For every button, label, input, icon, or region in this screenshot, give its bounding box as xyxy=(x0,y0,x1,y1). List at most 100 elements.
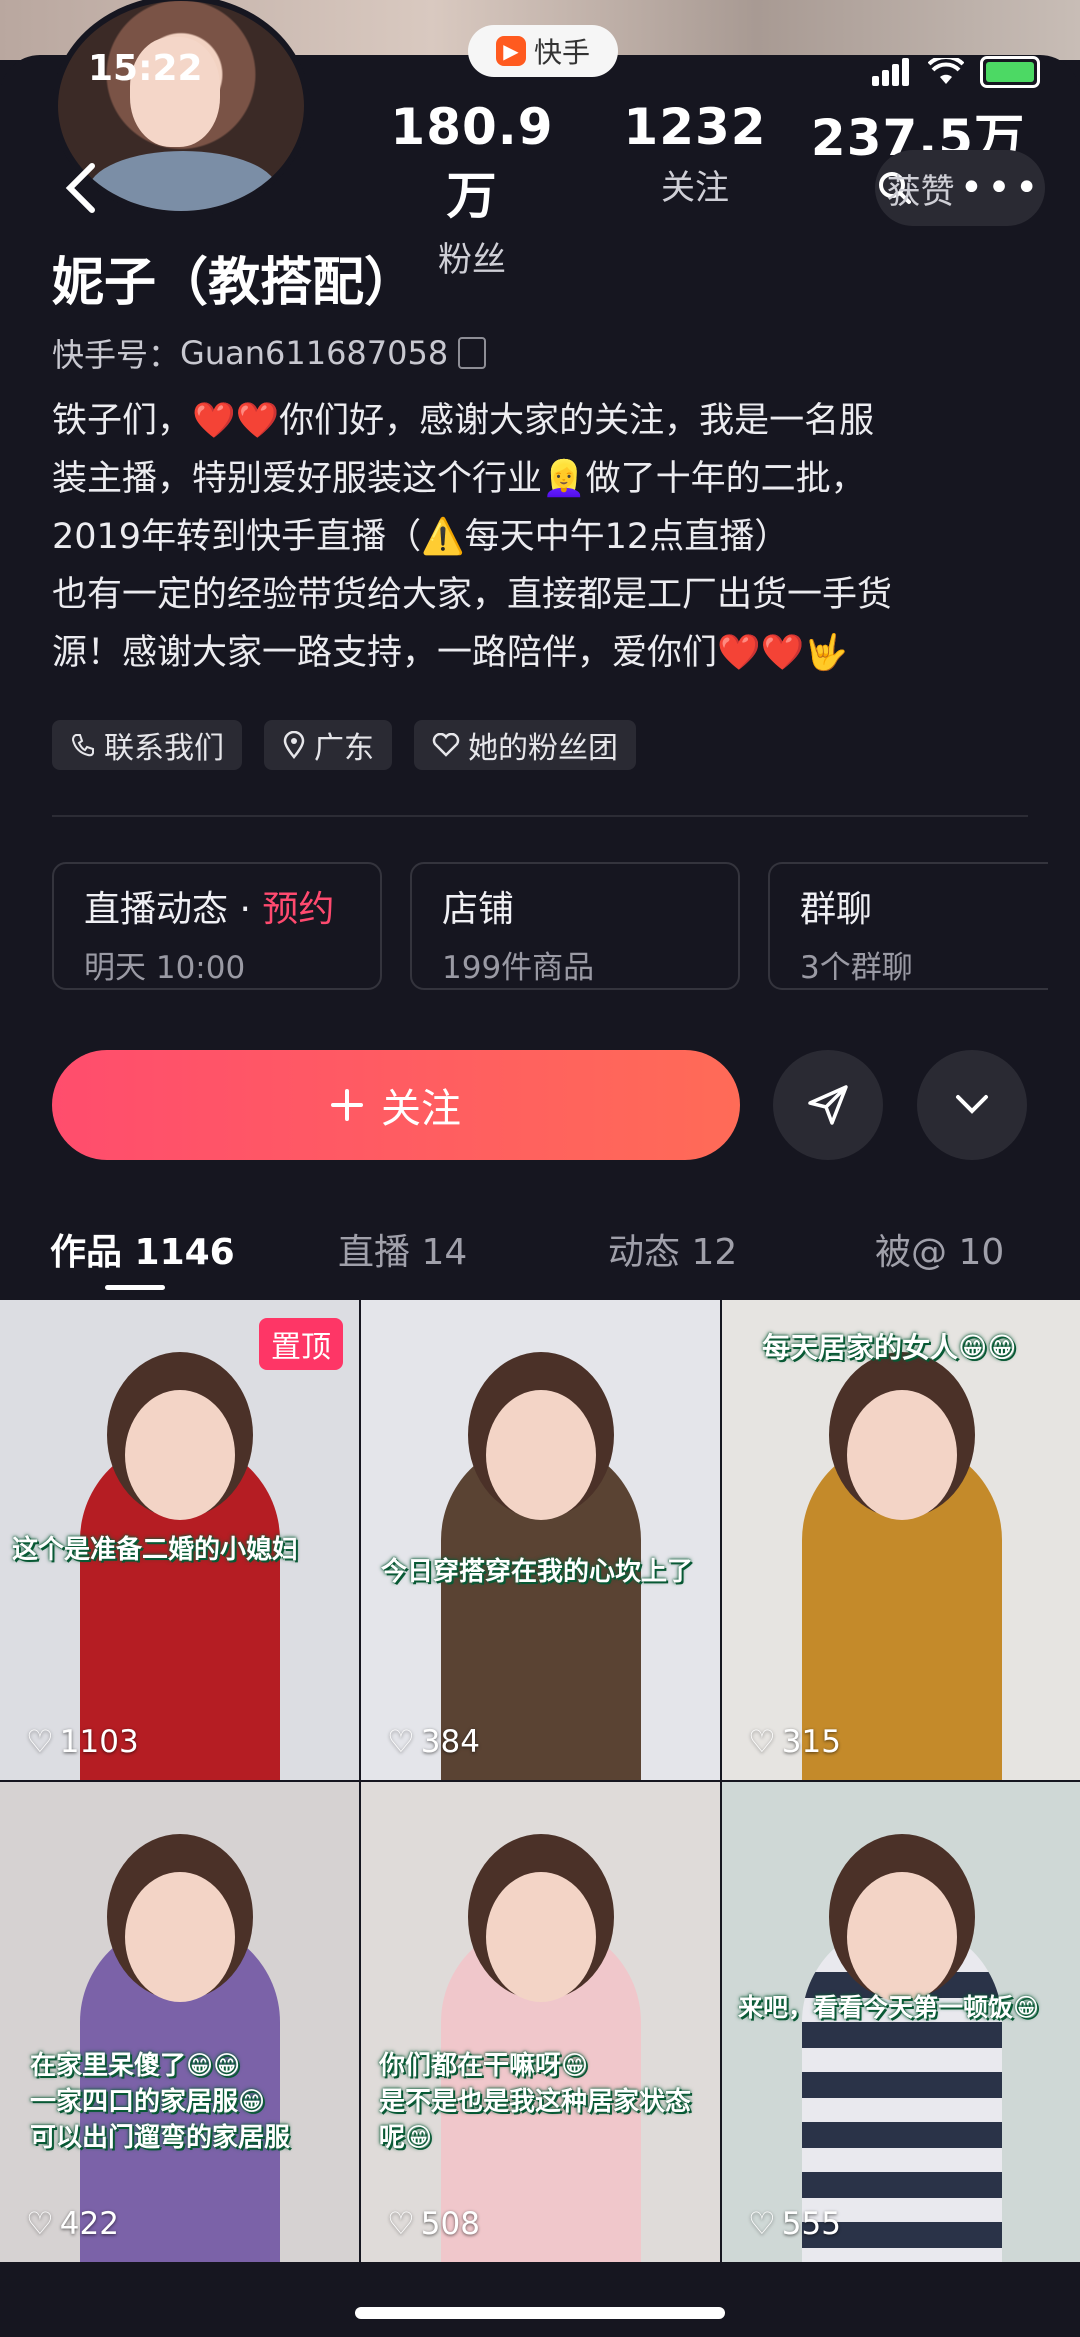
more-icon[interactable]: ••• xyxy=(960,165,1043,211)
likes-count: 1103 xyxy=(59,1724,139,1760)
caption-line: 来吧，看看今天第一顿饭😁 xyxy=(738,1993,1040,2022)
stat-label: 获赞 xyxy=(886,171,955,212)
chevron-down-icon xyxy=(956,1095,988,1114)
video-likes: ♡ 384 xyxy=(387,1724,480,1760)
back-button[interactable] xyxy=(62,160,112,220)
stat-number: 1232 xyxy=(623,98,767,156)
video-person-head xyxy=(846,1872,957,2002)
plus-icon xyxy=(331,1089,363,1121)
kuaishou-id: 快手号： Guan611687058 xyxy=(52,330,487,376)
share-button[interactable] xyxy=(773,1050,883,1160)
location-pin-icon xyxy=(283,731,305,759)
app-badge: ▶ 快手 xyxy=(468,25,618,77)
video-caption: 你们都在干嘛呀😁 是不是也是我这种居家状态 呢😁 xyxy=(379,2048,691,2156)
tag-label: 她的粉丝团 xyxy=(468,731,618,766)
card-live[interactable]: 直播动态 · 预约 明天 10:00 xyxy=(52,862,382,990)
tab-mentions[interactable]: 被@ 10 xyxy=(875,1223,1004,1275)
video-tile[interactable]: 置顶 这个是准备二婚的小媳妇 ♡ 1103 xyxy=(0,1300,359,1780)
video-caption: 这个是准备二婚的小媳妇 xyxy=(12,1532,298,1568)
caption-line: 在家里呆傻了😁😁 xyxy=(30,2051,241,2081)
follow-button[interactable]: 关注 xyxy=(52,1050,740,1160)
bio-line: 源！感谢大家一路支持，一路陪伴，爱你们❤️❤️🤟 xyxy=(52,633,848,673)
profile-tags: 联系我们 广东 她的粉丝团 xyxy=(52,720,636,770)
video-caption: 来吧，看看今天第一顿饭😁 xyxy=(738,1990,1039,2026)
stat-following[interactable]: 1232 关注 xyxy=(600,98,790,209)
bio-line: 也有一定的经验带货给大家，直接都是工厂出货一手货 xyxy=(52,575,893,615)
caption-line: 这个是准备二婚的小媳妇 xyxy=(12,1535,299,1565)
pinned-badge: 置顶 xyxy=(259,1318,343,1370)
video-person-head xyxy=(124,1390,235,1520)
card-subtitle: 3个群聊 xyxy=(800,950,913,986)
video-likes: ♡ 555 xyxy=(748,2206,841,2242)
home-indicator[interactable] xyxy=(355,2307,725,2319)
likes-count: 315 xyxy=(781,1724,841,1760)
card-shop[interactable]: 店铺 199件商品 xyxy=(410,862,740,990)
video-person-head xyxy=(485,1872,596,2002)
copy-icon[interactable] xyxy=(458,337,487,369)
video-tile[interactable]: 在家里呆傻了😁😁 一家四口的家居服😁 可以出门遛弯的家居服 ♡ 422 xyxy=(0,1782,359,2262)
card-separator: · xyxy=(228,889,263,930)
bio-line: 2019年转到快手直播（⚠️每天中午12点直播） xyxy=(52,517,790,557)
heart-outline-icon: ♡ xyxy=(387,1724,415,1760)
status-time: 15:22 xyxy=(88,48,203,89)
likes-count: 508 xyxy=(420,2206,480,2242)
video-caption: 今日穿搭穿在我的心坎上了 xyxy=(381,1554,693,1590)
heart-outline-icon: ♡ xyxy=(26,1724,54,1760)
id-value: Guan611687058 xyxy=(180,334,449,372)
caption-line: 呢😁 xyxy=(379,2123,433,2153)
kuaishou-logo-icon: ▶ xyxy=(495,36,526,66)
battery-icon xyxy=(980,56,1040,88)
caption-line: 今日穿搭穿在我的心坎上了 xyxy=(381,1557,694,1587)
video-likes: ♡ 1103 xyxy=(26,1724,139,1760)
video-tile[interactable]: 来吧，看看今天第一顿饭😁 ♡ 555 xyxy=(722,1782,1080,2262)
app-badge-label: 快手 xyxy=(533,36,590,69)
video-caption: 每天居家的女人😁😁 xyxy=(762,1330,1016,1366)
expand-button[interactable] xyxy=(917,1050,1027,1160)
chevron-left-icon xyxy=(65,163,95,213)
card-title: 店铺 xyxy=(442,889,515,930)
heart-outline-icon: ♡ xyxy=(748,1724,776,1760)
video-likes: ♡ 422 xyxy=(26,2206,119,2242)
tag-fan-club[interactable]: 她的粉丝团 xyxy=(414,720,636,770)
video-person-head xyxy=(485,1390,596,1520)
top-actions: 获赞 ••• xyxy=(875,150,1045,226)
caption-line: 你们都在干嘛呀😁 xyxy=(379,2051,589,2081)
card-group-chat[interactable]: 群聊 3个群聊 xyxy=(768,862,1048,990)
bio-line: 装主播，特别爱好服装这个行业👱‍♀️做了十年的二批， xyxy=(52,459,866,499)
card-highlight: 预约 xyxy=(262,889,335,930)
content-tabs: 作品 1146 直播 14 动态 12 被@ 10 xyxy=(0,1215,1080,1295)
likes-count: 422 xyxy=(59,2206,119,2242)
tag-location[interactable]: 广东 xyxy=(264,720,392,770)
bio-line: 铁子们，❤️❤️你们好，感谢大家的关注，我是一名服 xyxy=(52,401,875,441)
follow-label: 关注 xyxy=(381,1086,461,1132)
card-title: 直播动态 xyxy=(84,889,229,930)
heart-outline-icon xyxy=(432,733,460,757)
video-likes: ♡ 315 xyxy=(748,1724,841,1760)
tag-contact[interactable]: 联系我们 xyxy=(52,720,242,770)
likes-count: 384 xyxy=(420,1724,480,1760)
video-tile[interactable]: 每天居家的女人😁😁 ♡ 315 xyxy=(722,1300,1080,1780)
profile-bio: 铁子们，❤️❤️你们好，感谢大家的关注，我是一名服 装主播，特别爱好服装这个行业… xyxy=(52,392,1042,682)
stat-number: 180.9万 xyxy=(390,98,554,225)
status-icons xyxy=(872,56,1040,88)
video-caption: 在家里呆傻了😁😁 一家四口的家居服😁 可以出门遛弯的家居服 xyxy=(30,2048,290,2156)
caption-line: 一家四口的家居服😁 xyxy=(30,2087,266,2117)
video-likes: ♡ 508 xyxy=(387,2206,480,2242)
caption-line: 可以出门遛弯的家居服 xyxy=(30,2123,291,2153)
caption-line: 是不是也是我这种居家状态 xyxy=(379,2087,692,2117)
card-title: 群聊 xyxy=(800,889,873,930)
heart-outline-icon: ♡ xyxy=(748,2206,776,2242)
tab-active-indicator xyxy=(105,1285,165,1290)
video-tile[interactable]: 你们都在干嘛呀😁 是不是也是我这种居家状态 呢😁 ♡ 508 xyxy=(361,1782,720,2262)
divider xyxy=(52,815,1028,817)
video-tile[interactable]: 今日穿搭穿在我的心坎上了 ♡ 384 xyxy=(361,1300,720,1780)
heart-outline-icon: ♡ xyxy=(26,2206,54,2242)
id-label: 快手号： xyxy=(52,336,181,374)
tab-live[interactable]: 直播 14 xyxy=(338,1223,467,1275)
avatar-jacket xyxy=(88,151,278,211)
likes-count: 555 xyxy=(781,2206,841,2242)
card-subtitle: 199件商品 xyxy=(442,950,595,986)
tab-works[interactable]: 作品 1146 xyxy=(50,1223,235,1275)
info-cards: 直播动态 · 预约 明天 10:00 店铺 199件商品 群聊 3个群聊 xyxy=(52,862,1048,990)
tab-moments[interactable]: 动态 12 xyxy=(608,1223,737,1275)
